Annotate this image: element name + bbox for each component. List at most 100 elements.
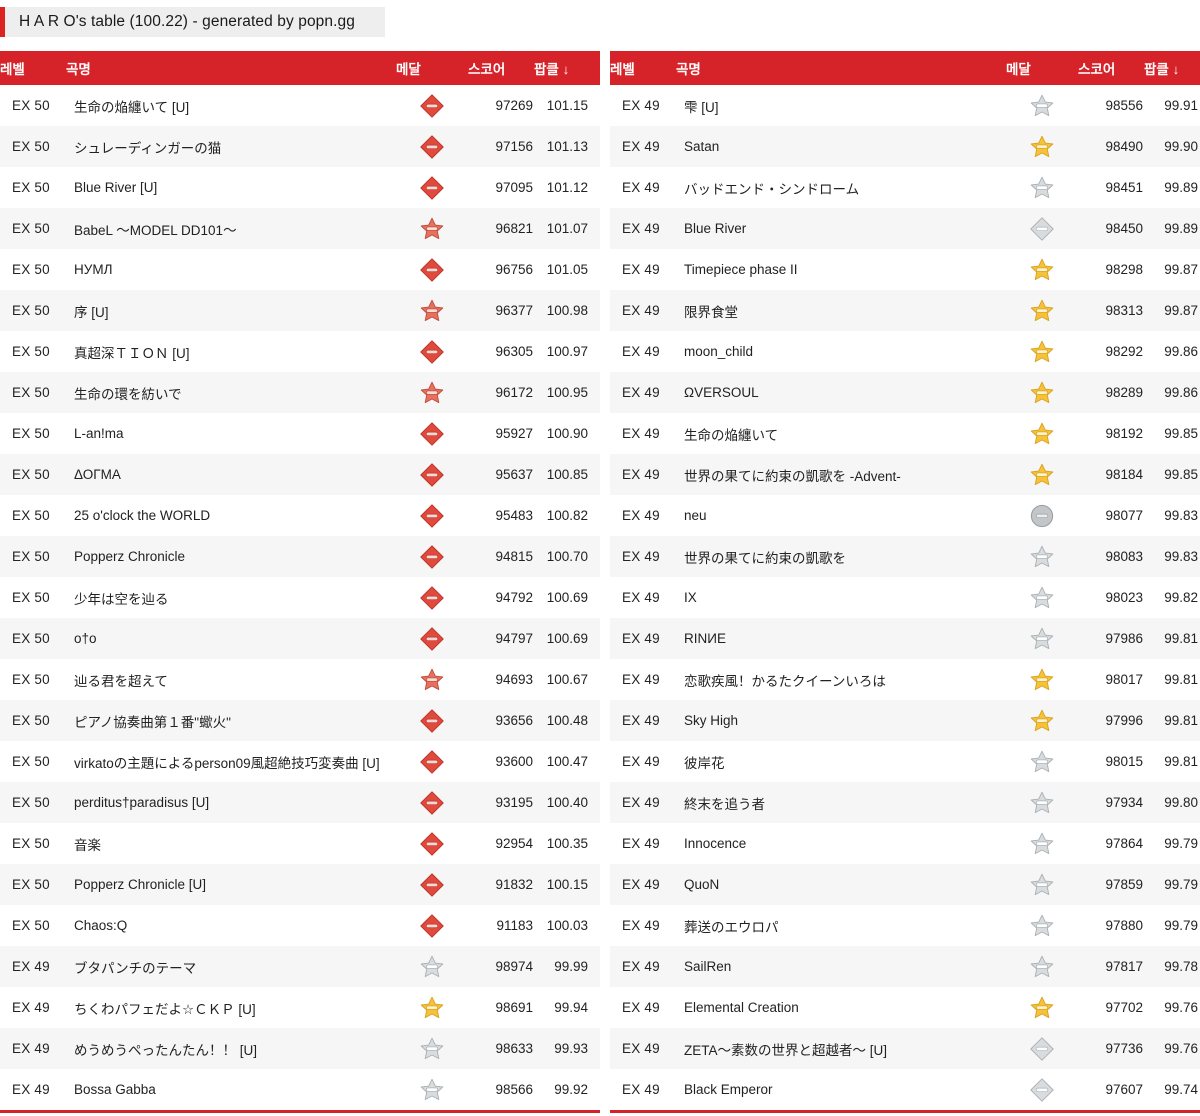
- table-row[interactable]: EX 50 НУМЛ 96756 101.05: [0, 249, 600, 290]
- column-header-medal[interactable]: 메달: [396, 51, 468, 85]
- cell-song-title[interactable]: Elemental Creation: [676, 987, 1006, 1028]
- cell-song-title[interactable]: Innocence: [676, 823, 1006, 864]
- table-row[interactable]: EX 49 世界の果てに約束の凱歌を -Advent- 98184 99.85: [610, 454, 1200, 495]
- cell-song-title[interactable]: Black Emperor: [676, 1069, 1006, 1110]
- table-row[interactable]: EX 49 終末を追う者 97934 99.80: [610, 782, 1200, 823]
- table-row[interactable]: EX 49 RINИE 97986 99.81: [610, 618, 1200, 659]
- cell-song-title[interactable]: ブタパンチのテーマ: [66, 946, 396, 987]
- table-row[interactable]: EX 49 生命の焔纏いて 98192 99.85: [610, 413, 1200, 454]
- table-row[interactable]: EX 50 Popperz Chronicle 94815 100.70: [0, 536, 600, 577]
- column-header-title[interactable]: 곡명: [676, 51, 1006, 85]
- table-row[interactable]: EX 49 世界の果てに約束の凱歌を 98083 99.83: [610, 536, 1200, 577]
- cell-song-title[interactable]: ΔΟΓΜΑ: [66, 454, 396, 495]
- table-row[interactable]: EX 49 彼岸花 98015 99.81: [610, 741, 1200, 782]
- table-row[interactable]: EX 49 ZETA〜素数の世界と超越者〜 [U] 97736 99.76: [610, 1028, 1200, 1069]
- table-row[interactable]: EX 49 Sky High 97996 99.81: [610, 700, 1200, 741]
- table-row[interactable]: EX 50 辿る君を超えて 94693 100.67: [0, 659, 600, 700]
- column-header-level[interactable]: 레벨: [0, 51, 66, 85]
- cell-song-title[interactable]: o†o: [66, 618, 396, 659]
- table-row[interactable]: EX 49 neu 98077 99.83: [610, 495, 1200, 536]
- cell-song-title[interactable]: 世界の果てに約束の凱歌を: [676, 536, 1006, 577]
- cell-song-title[interactable]: Satan: [676, 126, 1006, 167]
- cell-song-title[interactable]: 辿る君を超えて: [66, 659, 396, 700]
- cell-song-title[interactable]: ΩVERSOUL: [676, 372, 1006, 413]
- table-row[interactable]: EX 50 少年は空を辿る 94792 100.69: [0, 577, 600, 618]
- cell-song-title[interactable]: L-an!ma: [66, 413, 396, 454]
- table-row[interactable]: EX 50 真超深ＴＩＯＮ [U] 96305 100.97: [0, 331, 600, 372]
- column-header-medal[interactable]: 메달: [1006, 51, 1078, 85]
- table-row[interactable]: EX 50 Chaos:Q 91183 100.03: [0, 905, 600, 946]
- cell-song-title[interactable]: 生命の焔纏いて [U]: [66, 85, 396, 126]
- table-row[interactable]: EX 50 perditus†paradisus [U] 93195 100.40: [0, 782, 600, 823]
- cell-song-title[interactable]: 序 [U]: [66, 290, 396, 331]
- cell-song-title[interactable]: QuoN: [676, 864, 1006, 905]
- column-header-rate[interactable]: 팝클 ↓: [1144, 51, 1200, 85]
- table-row[interactable]: EX 49 Elemental Creation 97702 99.76: [610, 987, 1200, 1028]
- table-row[interactable]: EX 49 IX 98023 99.82: [610, 577, 1200, 618]
- cell-song-title[interactable]: Chaos:Q: [66, 905, 396, 946]
- cell-song-title[interactable]: バッドエンド・シンドローム: [676, 167, 1006, 208]
- table-row[interactable]: EX 49 SailRen 97817 99.78: [610, 946, 1200, 987]
- cell-song-title[interactable]: 生命の焔纏いて: [676, 413, 1006, 454]
- cell-song-title[interactable]: 恋歌疾風！かるたクイーンいろは: [676, 659, 1006, 700]
- column-header-level[interactable]: 레벨: [610, 51, 676, 85]
- table-row[interactable]: EX 50 Popperz Chronicle [U] 91832 100.15: [0, 864, 600, 905]
- table-row[interactable]: EX 50 音楽 92954 100.35: [0, 823, 600, 864]
- column-header-rate[interactable]: 팝클 ↓: [534, 51, 600, 85]
- cell-song-title[interactable]: 音楽: [66, 823, 396, 864]
- cell-song-title[interactable]: Popperz Chronicle [U]: [66, 864, 396, 905]
- table-row[interactable]: EX 49 ブタパンチのテーマ 98974 99.99: [0, 946, 600, 987]
- cell-song-title[interactable]: Timepiece phase II: [676, 249, 1006, 290]
- cell-song-title[interactable]: 限界食堂: [676, 290, 1006, 331]
- cell-song-title[interactable]: Sky High: [676, 700, 1006, 741]
- table-row[interactable]: EX 49 恋歌疾風！かるたクイーンいろは 98017 99.81: [610, 659, 1200, 700]
- table-row[interactable]: EX 49 バッドエンド・シンドローム 98451 99.89: [610, 167, 1200, 208]
- cell-song-title[interactable]: ちくわパフェだよ☆ＣＫＰ [U]: [66, 987, 396, 1028]
- table-row[interactable]: EX 49 Satan 98490 99.90: [610, 126, 1200, 167]
- table-row[interactable]: EX 50 シュレーディンガーの猫 97156 101.13: [0, 126, 600, 167]
- table-row[interactable]: EX 50 virkatoの主題によるperson09風超絶技巧変奏曲 [U] 93…: [0, 741, 600, 782]
- table-row[interactable]: EX 50 25 o'clock the WORLD 95483 100.82: [0, 495, 600, 536]
- table-row[interactable]: EX 49 Innocence 97864 99.79: [610, 823, 1200, 864]
- cell-song-title[interactable]: 世界の果てに約束の凱歌を -Advent-: [676, 454, 1006, 495]
- table-row[interactable]: EX 49 Black Emperor 97607 99.74: [610, 1069, 1200, 1110]
- column-header-title[interactable]: 곡명: [66, 51, 396, 85]
- column-header-score[interactable]: 스코어: [468, 51, 534, 85]
- table-row[interactable]: EX 49 Blue River 98450 99.89: [610, 208, 1200, 249]
- table-row[interactable]: EX 50 生命の焔纏いて [U] 97269 101.15: [0, 85, 600, 126]
- cell-song-title[interactable]: 25 o'clock the WORLD: [66, 495, 396, 536]
- table-row[interactable]: EX 49 めうめうぺったんたん！！ [U] 98633 99.93: [0, 1028, 600, 1069]
- table-row[interactable]: EX 49 moon_child 98292 99.86: [610, 331, 1200, 372]
- cell-song-title[interactable]: Bossa Gabba: [66, 1069, 396, 1110]
- cell-song-title[interactable]: シュレーディンガーの猫: [66, 126, 396, 167]
- cell-song-title[interactable]: 生命の環を紡いで: [66, 372, 396, 413]
- cell-song-title[interactable]: perditus†paradisus [U]: [66, 782, 396, 823]
- cell-song-title[interactable]: 少年は空を辿る: [66, 577, 396, 618]
- table-row[interactable]: EX 49 Bossa Gabba 98566 99.92: [0, 1069, 600, 1110]
- cell-song-title[interactable]: Blue River [U]: [66, 167, 396, 208]
- table-row[interactable]: EX 50 生命の環を紡いで 96172 100.95: [0, 372, 600, 413]
- cell-song-title[interactable]: RINИE: [676, 618, 1006, 659]
- table-row[interactable]: EX 50 o†o 94797 100.69: [0, 618, 600, 659]
- column-header-score[interactable]: 스코어: [1078, 51, 1144, 85]
- table-row[interactable]: EX 49 Timepiece phase II 98298 99.87: [610, 249, 1200, 290]
- cell-song-title[interactable]: Popperz Chronicle: [66, 536, 396, 577]
- cell-song-title[interactable]: SailRen: [676, 946, 1006, 987]
- table-row[interactable]: EX 50 BabeL 〜MODEL DD101〜 96821 101.07: [0, 208, 600, 249]
- cell-song-title[interactable]: virkatoの主題によるperson09風超絶技巧変奏曲 [U]: [66, 741, 396, 782]
- cell-song-title[interactable]: 終末を追う者: [676, 782, 1006, 823]
- table-row[interactable]: EX 49 限界食堂 98313 99.87: [610, 290, 1200, 331]
- table-row[interactable]: EX 49 QuoN 97859 99.79: [610, 864, 1200, 905]
- table-row[interactable]: EX 49 ちくわパフェだよ☆ＣＫＰ [U] 98691 99.94: [0, 987, 600, 1028]
- cell-song-title[interactable]: Blue River: [676, 208, 1006, 249]
- cell-song-title[interactable]: IX: [676, 577, 1006, 618]
- table-row[interactable]: EX 49 雫 [U] 98556 99.91: [610, 85, 1200, 126]
- cell-song-title[interactable]: moon_child: [676, 331, 1006, 372]
- cell-song-title[interactable]: めうめうぺったんたん！！ [U]: [66, 1028, 396, 1069]
- table-row[interactable]: EX 50 Blue River [U] 97095 101.12: [0, 167, 600, 208]
- table-row[interactable]: EX 49 ΩVERSOUL 98289 99.86: [610, 372, 1200, 413]
- cell-song-title[interactable]: 彼岸花: [676, 741, 1006, 782]
- cell-song-title[interactable]: neu: [676, 495, 1006, 536]
- table-row[interactable]: EX 50 序 [U] 96377 100.98: [0, 290, 600, 331]
- cell-song-title[interactable]: 真超深ＴＩＯＮ [U]: [66, 331, 396, 372]
